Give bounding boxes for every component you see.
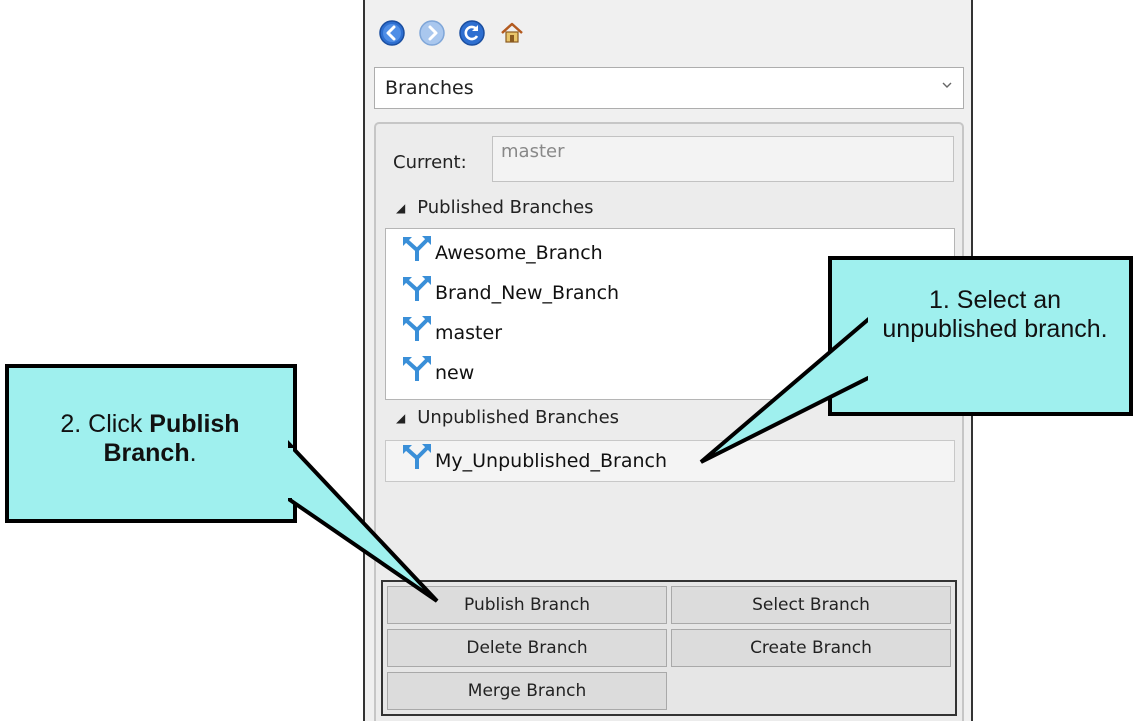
callout-right-text: 1. Select an unpublished branch. [882, 286, 1108, 343]
callout-left-prefix: 2. Click [60, 410, 150, 438]
callout-left-suffix: . [189, 438, 197, 467]
callout-left-text: 2. Click Publish Branch. [12, 410, 288, 468]
callout-left-shape [5, 364, 439, 603]
callout-overlay [5, 256, 1133, 603]
